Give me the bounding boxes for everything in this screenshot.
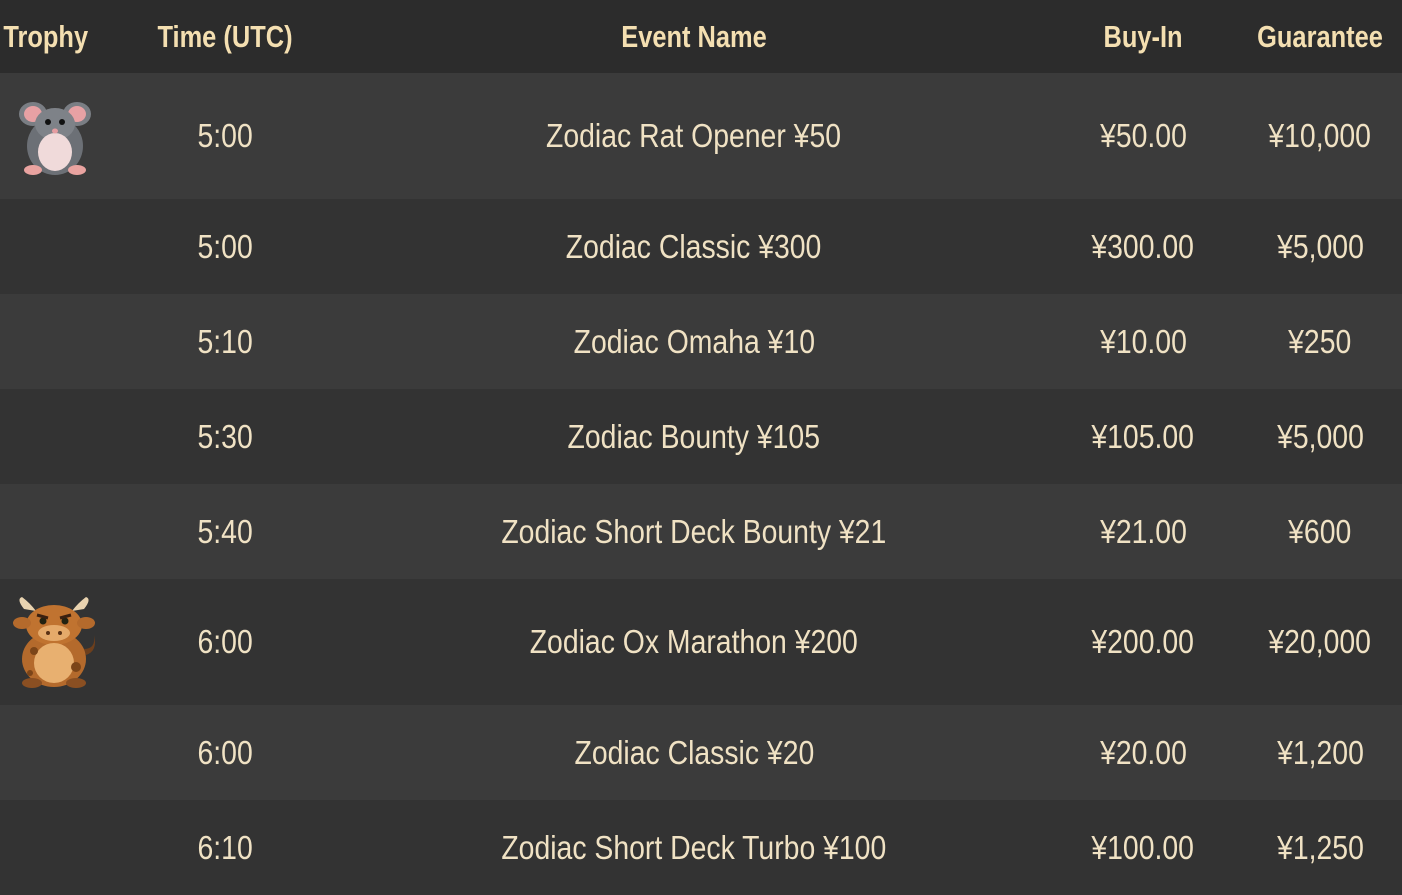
event-name-cell: Zodiac Rat Opener ¥50 <box>546 117 842 154</box>
trophy-cell <box>0 94 110 178</box>
table-row: 5:30 Zodiac Bounty ¥105 ¥105.00 ¥5,000 <box>0 389 1402 484</box>
time-cell: 6:10 <box>197 828 253 866</box>
buy-in-cell: ¥200.00 <box>1091 623 1195 660</box>
event-name-cell: Zodiac Classic ¥20 <box>574 733 814 771</box>
table-row: 5:00 Zodiac Rat Opener ¥50 ¥50.00 ¥10,00… <box>0 73 1402 199</box>
time-cell: 5:30 <box>197 417 253 455</box>
table-header: Trophy Time (UTC) Event Name Buy-In Guar… <box>0 0 1402 73</box>
buy-in-cell: ¥50.00 <box>1099 117 1187 154</box>
ox-trophy-icon <box>13 597 95 688</box>
rat-trophy-icon <box>19 102 91 175</box>
buy-in-cell: ¥10.00 <box>1099 322 1187 360</box>
guarantee-cell: ¥1,250 <box>1276 828 1364 866</box>
table-row: 6:10 Zodiac Short Deck Turbo ¥100 ¥100.0… <box>0 800 1402 895</box>
header-buy-in: Buy-In <box>1103 18 1183 54</box>
guarantee-cell: ¥10,000 <box>1268 117 1372 154</box>
header-time: Time (UTC) <box>157 18 293 54</box>
time-cell: 6:00 <box>197 623 253 660</box>
event-name-cell: Zodiac Omaha ¥10 <box>573 322 815 360</box>
guarantee-cell: ¥5,000 <box>1276 417 1364 455</box>
header-event-name: Event Name <box>621 18 767 54</box>
table-row: 5:10 Zodiac Omaha ¥10 ¥10.00 ¥250 <box>0 294 1402 389</box>
time-cell: 5:00 <box>197 227 253 265</box>
guarantee-cell: ¥600 <box>1288 512 1352 550</box>
guarantee-cell: ¥1,200 <box>1276 733 1364 771</box>
table-row: 5:40 Zodiac Short Deck Bounty ¥21 ¥21.00… <box>0 484 1402 579</box>
guarantee-cell: ¥250 <box>1288 322 1352 360</box>
buy-in-cell: ¥21.00 <box>1099 512 1187 550</box>
table-row: 6:00 Zodiac Classic ¥20 ¥20.00 ¥1,200 <box>0 705 1402 800</box>
time-cell: 5:40 <box>197 512 253 550</box>
event-name-cell: Zodiac Short Deck Turbo ¥100 <box>501 828 887 866</box>
event-name-cell: Zodiac Ox Marathon ¥200 <box>529 623 859 660</box>
header-guarantee: Guarantee <box>1257 18 1383 54</box>
buy-in-cell: ¥100.00 <box>1091 828 1195 866</box>
event-name-cell: Zodiac Classic ¥300 <box>566 227 822 265</box>
table-row: 6:00 Zodiac Ox Marathon ¥200 ¥200.00 ¥20… <box>0 579 1402 705</box>
buy-in-cell: ¥300.00 <box>1091 227 1195 265</box>
buy-in-cell: ¥105.00 <box>1091 417 1195 455</box>
time-cell: 5:10 <box>197 322 253 360</box>
event-name-cell: Zodiac Bounty ¥105 <box>567 417 821 455</box>
schedule-table: Trophy Time (UTC) Event Name Buy-In Guar… <box>0 0 1402 895</box>
trophy-cell <box>0 595 110 689</box>
time-cell: 5:00 <box>197 117 253 154</box>
time-cell: 6:00 <box>197 733 253 771</box>
header-trophy: Trophy <box>3 18 89 54</box>
guarantee-cell: ¥20,000 <box>1268 623 1372 660</box>
event-name-cell: Zodiac Short Deck Bounty ¥21 <box>501 512 887 550</box>
table-row: 5:00 Zodiac Classic ¥300 ¥300.00 ¥5,000 <box>0 199 1402 294</box>
guarantee-cell: ¥5,000 <box>1276 227 1364 265</box>
buy-in-cell: ¥20.00 <box>1099 733 1187 771</box>
